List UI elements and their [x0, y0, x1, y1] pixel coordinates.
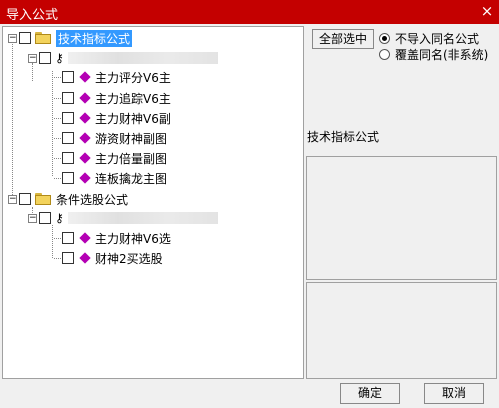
key-icon: ⚷	[55, 51, 64, 65]
collapse-icon[interactable]: −	[8, 194, 17, 204]
formula-icon	[79, 172, 91, 184]
title-bar[interactable]: 导入公式 ×	[0, 0, 499, 24]
checkbox[interactable]	[62, 172, 74, 184]
radio-overwrite-duplicates[interactable]: 覆盖同名(非系统)	[379, 46, 488, 63]
formula-label: 主力财神V6选	[95, 231, 171, 246]
blurred-name	[67, 212, 218, 224]
tree-node-label: 条件选股公式	[56, 192, 129, 207]
collapse-icon[interactable]: −	[8, 33, 17, 43]
dialog-title: 导入公式	[6, 8, 59, 23]
checkbox[interactable]	[62, 92, 74, 104]
checkbox[interactable]	[39, 52, 51, 64]
checkbox[interactable]	[62, 71, 74, 83]
tree-leaf[interactable]: 主力倍量副图	[54, 149, 167, 167]
tree-node-account[interactable]: − ⚷	[28, 209, 218, 227]
checkbox[interactable]	[62, 112, 74, 124]
tree-line	[54, 97, 61, 99]
tree-leaf[interactable]: 连板擒龙主图	[54, 169, 167, 187]
folder-icon	[35, 32, 51, 44]
formula-icon	[79, 71, 91, 83]
cancel-button[interactable]: 取消	[424, 383, 484, 404]
options-panel: 全部选中 不导入同名公式 覆盖同名(非系统) 技术指标公式	[306, 26, 497, 379]
formula-icon	[79, 132, 91, 144]
formula-icon	[79, 92, 91, 104]
tree-line	[52, 225, 53, 258]
close-icon[interactable]: ×	[478, 3, 496, 21]
checkbox[interactable]	[62, 232, 74, 244]
tree-node-account[interactable]: − ⚷	[28, 49, 218, 67]
radio-skip-duplicates[interactable]: 不导入同名公式	[379, 30, 479, 47]
tree-leaf[interactable]: 财神2买选股	[54, 249, 163, 267]
blurred-name	[67, 52, 218, 64]
folder-icon	[35, 193, 51, 205]
tree-line	[54, 157, 61, 159]
key-icon: ⚷	[55, 211, 64, 225]
tree-leaf[interactable]: 主力评分V6主	[54, 68, 171, 86]
formula-icon	[79, 252, 91, 264]
formula-icon	[79, 112, 91, 124]
info-box	[306, 156, 497, 280]
import-formula-dialog: 导入公式 × − 技术指标公式 − ⚷ 主力评分V6主 主力追踪V6主 主力财神…	[0, 0, 499, 408]
tree-node-screening-formulas[interactable]: − 条件选股公式	[8, 190, 128, 208]
description-box	[306, 282, 497, 379]
checkbox[interactable]	[62, 152, 74, 164]
tree-node-label: 技术指标公式	[56, 29, 133, 47]
checkbox[interactable]	[19, 32, 31, 44]
formula-tree: − 技术指标公式 − ⚷ 主力评分V6主 主力追踪V6主 主力财神V6副 游资财…	[2, 26, 304, 379]
formula-icon	[79, 152, 91, 164]
select-all-button[interactable]: 全部选中	[312, 29, 374, 49]
tree-line	[54, 177, 61, 179]
ok-button[interactable]: 确定	[340, 383, 400, 404]
tree-line	[54, 237, 61, 239]
collapse-icon[interactable]: −	[28, 53, 37, 63]
info-title: 技术指标公式	[307, 130, 380, 144]
radio-icon[interactable]	[379, 33, 390, 44]
tree-line	[54, 76, 61, 78]
tree-leaf[interactable]: 主力追踪V6主	[54, 89, 171, 107]
radio-icon[interactable]	[379, 49, 390, 60]
formula-label: 主力评分V6主	[95, 70, 171, 85]
checkbox[interactable]	[19, 193, 31, 205]
tree-line	[54, 257, 61, 259]
tree-line	[54, 117, 61, 119]
tree-leaf[interactable]: 游资财神副图	[54, 129, 167, 147]
radio-label: 不导入同名公式	[395, 32, 480, 46]
tree-line	[54, 137, 61, 139]
formula-label: 主力追踪V6主	[95, 91, 171, 106]
tree-leaf[interactable]: 主力财神V6选	[54, 229, 171, 247]
radio-label: 覆盖同名(非系统)	[395, 48, 489, 62]
collapse-icon[interactable]: −	[28, 213, 37, 223]
formula-label: 主力财神V6副	[95, 111, 171, 126]
formula-icon	[79, 232, 91, 244]
checkbox[interactable]	[39, 212, 51, 224]
tree-leaf[interactable]: 主力财神V6副	[54, 109, 171, 127]
tree-node-indicator-formulas[interactable]: − 技术指标公式	[8, 29, 133, 47]
formula-label: 连板擒龙主图	[95, 171, 168, 186]
tree-line	[12, 41, 13, 197]
formula-label: 游资财神副图	[95, 131, 168, 146]
checkbox[interactable]	[62, 252, 74, 264]
formula-label: 主力倍量副图	[95, 151, 168, 166]
formula-label: 财神2买选股	[95, 251, 163, 266]
tree-line	[52, 71, 53, 176]
checkbox[interactable]	[62, 132, 74, 144]
